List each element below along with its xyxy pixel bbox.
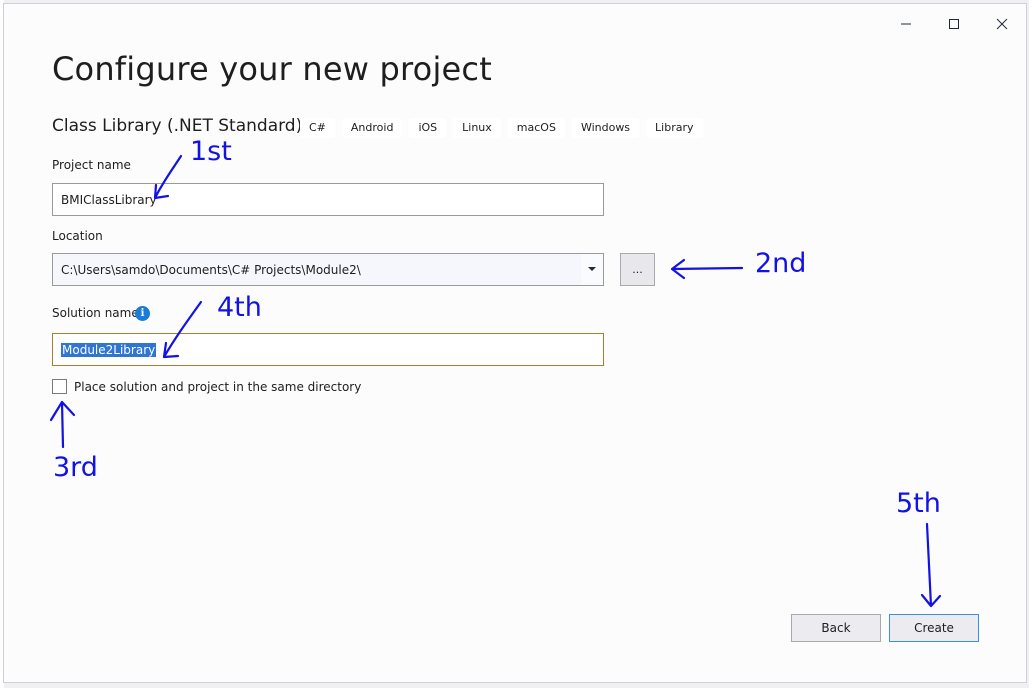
project-name-value: BMIClassLibrary [61, 192, 157, 207]
project-name-input[interactable]: BMIClassLibrary [52, 183, 604, 216]
minimize-icon [901, 23, 911, 25]
location-dropdown-button[interactable] [581, 254, 603, 285]
maximize-icon [949, 19, 959, 29]
annotation-step-4: 4th [217, 292, 262, 323]
page-title: Configure your new project [52, 50, 492, 88]
back-button[interactable]: Back [791, 614, 881, 642]
location-value: C:\Users\samdo\Documents\C# Projects\Mod… [61, 262, 361, 277]
template-tags: C# Android iOS Linux macOS Windows Libra… [300, 118, 703, 138]
create-button[interactable]: Create [889, 614, 979, 642]
template-name: Class Library (.NET Standard) [52, 116, 303, 136]
close-icon [996, 18, 1008, 30]
tag-ios: iOS [409, 118, 447, 138]
annotation-step-5: 5th [896, 488, 941, 519]
browse-location-button[interactable]: ... [620, 253, 655, 286]
tag-macos: macOS [507, 118, 565, 138]
tag-android: Android [341, 118, 403, 138]
solution-name-label: Solution name [52, 306, 139, 320]
tag-windows: Windows [571, 118, 640, 138]
info-icon[interactable]: i [135, 306, 150, 321]
annotation-step-1: 1st [190, 136, 232, 167]
same-directory-label[interactable]: Place solution and project in the same d… [74, 380, 361, 394]
tag-csharp: C# [300, 118, 335, 138]
annotation-step-2: 2nd [755, 248, 807, 279]
solution-name-value: Module2Library [61, 342, 157, 357]
solution-name-input[interactable]: Module2Library [52, 333, 604, 366]
location-label: Location [52, 229, 103, 243]
same-directory-checkbox[interactable] [52, 379, 67, 394]
configure-project-dialog: Configure your new project Class Library… [3, 3, 1027, 683]
chevron-down-icon [588, 267, 596, 271]
tag-linux: Linux [453, 118, 501, 138]
annotation-step-3: 3rd [53, 452, 98, 483]
maximize-button[interactable] [934, 12, 974, 36]
tag-library: Library [646, 118, 703, 138]
project-name-label: Project name [52, 158, 131, 172]
location-combobox[interactable]: C:\Users\samdo\Documents\C# Projects\Mod… [52, 253, 604, 286]
minimize-button[interactable] [886, 12, 926, 36]
close-button[interactable] [982, 12, 1022, 36]
